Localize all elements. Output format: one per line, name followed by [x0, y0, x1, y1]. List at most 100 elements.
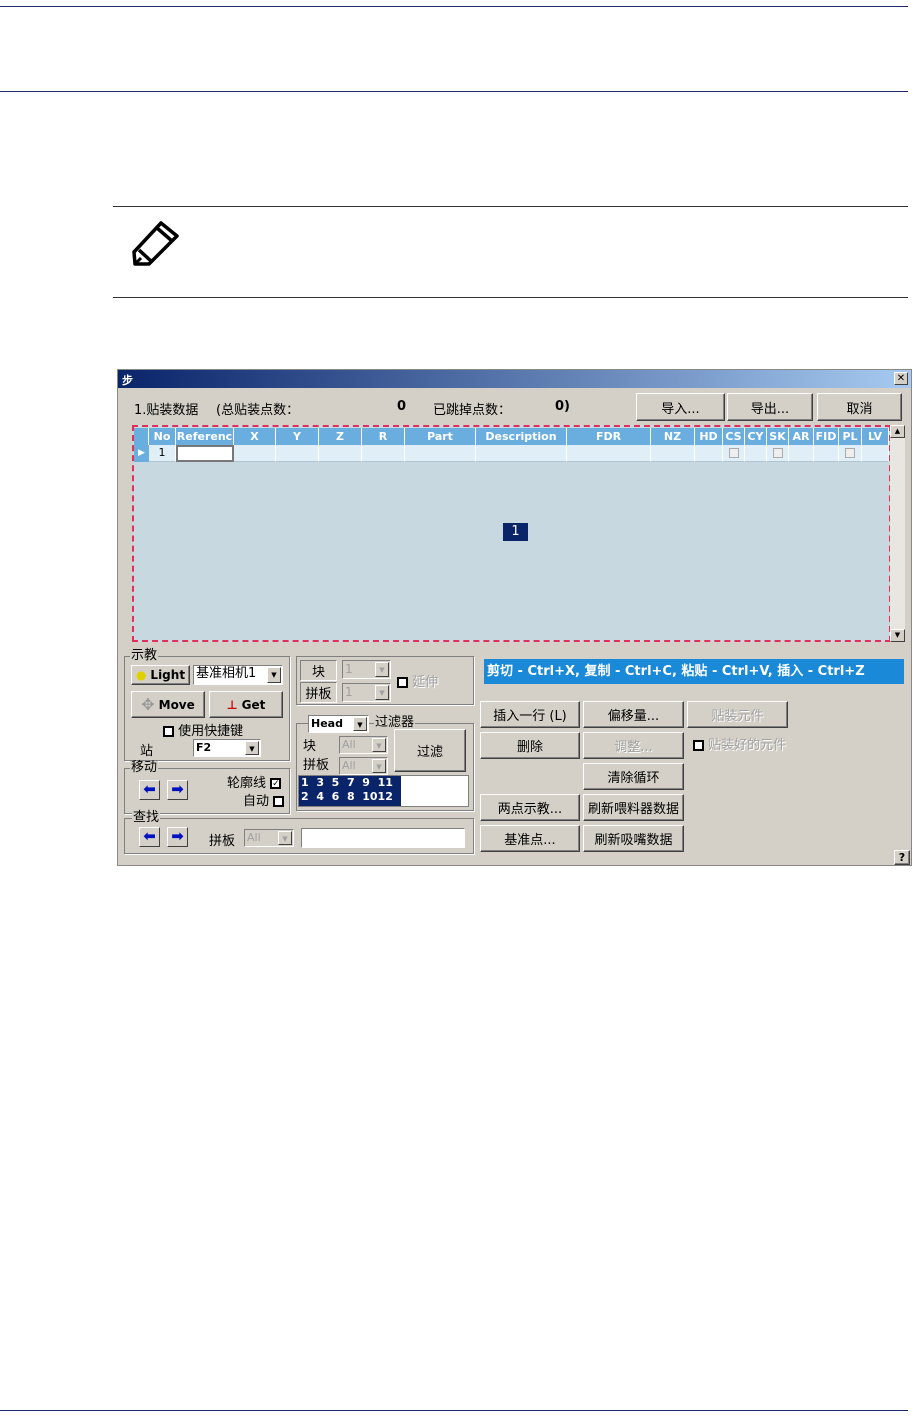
column-header-x[interactable]: X [234, 428, 276, 445]
column-header-r[interactable]: R [362, 428, 405, 445]
column-header-fid[interactable]: FID [814, 428, 839, 445]
get-button[interactable]: ⊥ Get [209, 691, 283, 718]
skipped-points-label: 已跳掉点数： [433, 403, 512, 418]
grid-cell-fid[interactable] [814, 445, 839, 462]
refresh-nozzle-button[interactable]: 刷新吸嘴数据 [583, 825, 684, 852]
block-label: 块 [300, 660, 337, 681]
grid-cell-r[interactable] [362, 445, 405, 462]
checkbox-icon[interactable] [772, 448, 783, 458]
column-header-nz[interactable]: NZ [651, 428, 695, 445]
arrow-right-icon[interactable]: ➡ [167, 780, 188, 800]
delete-button[interactable]: 删除 [480, 732, 580, 759]
column-header-referenc[interactable]: Referenc [176, 428, 234, 445]
block-select[interactable]: 1 ▼ [342, 660, 391, 679]
export-button[interactable]: 导出... [727, 393, 813, 421]
grid-cell-z[interactable] [319, 445, 362, 462]
grid-cell-cs[interactable] [723, 445, 745, 462]
column-header-no[interactable]: No [149, 428, 176, 445]
head-select[interactable]: Head ▼ [308, 715, 369, 733]
panel-value: 1 [345, 685, 353, 699]
placement-data-label: 1.贴装数据 [134, 403, 199, 418]
scroll-up-icon[interactable]: ▲ [890, 425, 905, 438]
refresh-feeder-button[interactable]: 刷新喂料器数据 [583, 794, 684, 821]
column-header-pl[interactable]: PL [839, 428, 862, 445]
place-component-button[interactable]: 贴装元件 [687, 701, 788, 728]
grid-cell-sk[interactable] [767, 445, 789, 462]
panel-label: 拼板 [300, 682, 337, 703]
auto-checkbox[interactable]: 自动 [243, 790, 285, 809]
column-header-sk[interactable]: SK [767, 428, 789, 445]
two-point-teach-button[interactable]: 两点示教... [480, 794, 580, 821]
filter-block-select[interactable]: All ▼ [339, 736, 388, 754]
station-label: 站 [140, 744, 154, 759]
column-header-description[interactable]: Description [476, 428, 567, 445]
find-next-icon[interactable]: ➡ [167, 827, 188, 847]
grid-cell-lv[interactable] [862, 445, 889, 462]
column-header-cs[interactable]: CS [723, 428, 745, 445]
find-panel-value: All [247, 831, 261, 844]
column-header-cy[interactable]: CY [745, 428, 767, 445]
head-value: Head [311, 717, 343, 730]
contour-checkbox[interactable]: 轮廓线 ✓ [227, 772, 282, 791]
filter-list[interactable]: 1 3 5 7 9 11 2 4 6 8 1012 [298, 775, 469, 807]
footer-rule [0, 1410, 908, 1411]
filter-panel-value: All [342, 759, 356, 772]
skipped-points-value: 0) [555, 399, 570, 414]
grid-cell-description[interactable] [476, 445, 567, 462]
scroll-down-icon[interactable]: ▼ [890, 629, 905, 642]
filter-list-selection[interactable]: 1 3 5 7 9 11 2 4 6 8 1012 [299, 776, 401, 806]
grid-cell-cy[interactable] [745, 445, 767, 462]
column-header-y[interactable]: Y [276, 428, 319, 445]
grid-cell-pl[interactable] [839, 445, 862, 462]
total-points-value: 0 [397, 399, 407, 414]
placed-components-checkbox[interactable]: 贴装好的元件 [693, 734, 786, 753]
chevron-down-icon: ▼ [278, 831, 292, 845]
clear-loop-button[interactable]: 清除循环 [583, 763, 684, 790]
grid-cell-fdr[interactable] [567, 445, 651, 462]
camera-select[interactable]: 基准相机1 ▼ [193, 665, 283, 685]
chevron-down-icon: ▼ [353, 717, 367, 731]
adjust-button[interactable]: 调整... [583, 732, 684, 759]
column-header-lv[interactable]: LV [862, 428, 889, 445]
placement-grid[interactable]: ▶ 1 No 1 Referenc X Y Z R Part Description FDR NZ H… [132, 425, 891, 642]
grid-cell-nz[interactable] [651, 445, 695, 462]
fiducial-button[interactable]: 基准点... [480, 825, 580, 852]
light-button[interactable]: ● Light [131, 665, 190, 685]
find-panel-select[interactable]: All ▼ [244, 829, 294, 847]
arrow-left-icon[interactable]: ⬅ [139, 780, 160, 800]
grid-cell-y[interactable] [276, 445, 319, 462]
checkbox-icon[interactable] [728, 448, 739, 458]
total-points-label: (总贴装点数： [216, 403, 300, 418]
page-marker: 1 [503, 523, 528, 541]
column-header-fdr[interactable]: FDR [567, 428, 651, 445]
column-header-part[interactable]: Part [405, 428, 476, 445]
grid-cell-hd[interactable] [695, 445, 723, 462]
column-header-z[interactable]: Z [319, 428, 362, 445]
cancel-button[interactable]: 取消 [817, 393, 902, 421]
find-input[interactable] [301, 828, 465, 848]
station-select[interactable]: F2 ▼ [193, 739, 261, 757]
extend-checkbox[interactable]: 延伸 [397, 671, 438, 690]
filter-panel-label: 拼板 [303, 758, 330, 773]
shortcut-checkbox[interactable]: 使用快捷键 [163, 720, 243, 739]
close-icon[interactable]: ✕ [894, 372, 908, 385]
teach-group-label: 示教 [130, 648, 159, 663]
column-header-ar[interactable]: AR [789, 428, 814, 445]
grid-scrollbar[interactable]: ▲ ▼ [890, 425, 905, 642]
import-button[interactable]: 导入... [636, 393, 725, 421]
grid-cell-x[interactable] [234, 445, 276, 462]
column-header-hd[interactable]: HD [695, 428, 723, 445]
checkbox-icon[interactable] [845, 448, 855, 458]
panel-select[interactable]: 1 ▼ [342, 683, 391, 702]
help-icon[interactable]: ? [894, 850, 910, 865]
grid-cell-no[interactable]: 1 [149, 445, 176, 462]
grid-cell-ar[interactable] [789, 445, 814, 462]
move-button[interactable]: ✥ Move [131, 691, 205, 718]
offset-button[interactable]: 偏移量... [583, 701, 684, 728]
grid-cell-part[interactable] [405, 445, 476, 462]
find-prev-icon[interactable]: ⬅ [139, 827, 160, 847]
filter-button[interactable]: 过滤 [394, 729, 466, 772]
grid-cell-referenc[interactable] [176, 445, 234, 462]
filter-panel-select[interactable]: All ▼ [339, 757, 388, 775]
insert-row-button[interactable]: 插入一行 (L) [480, 701, 580, 728]
